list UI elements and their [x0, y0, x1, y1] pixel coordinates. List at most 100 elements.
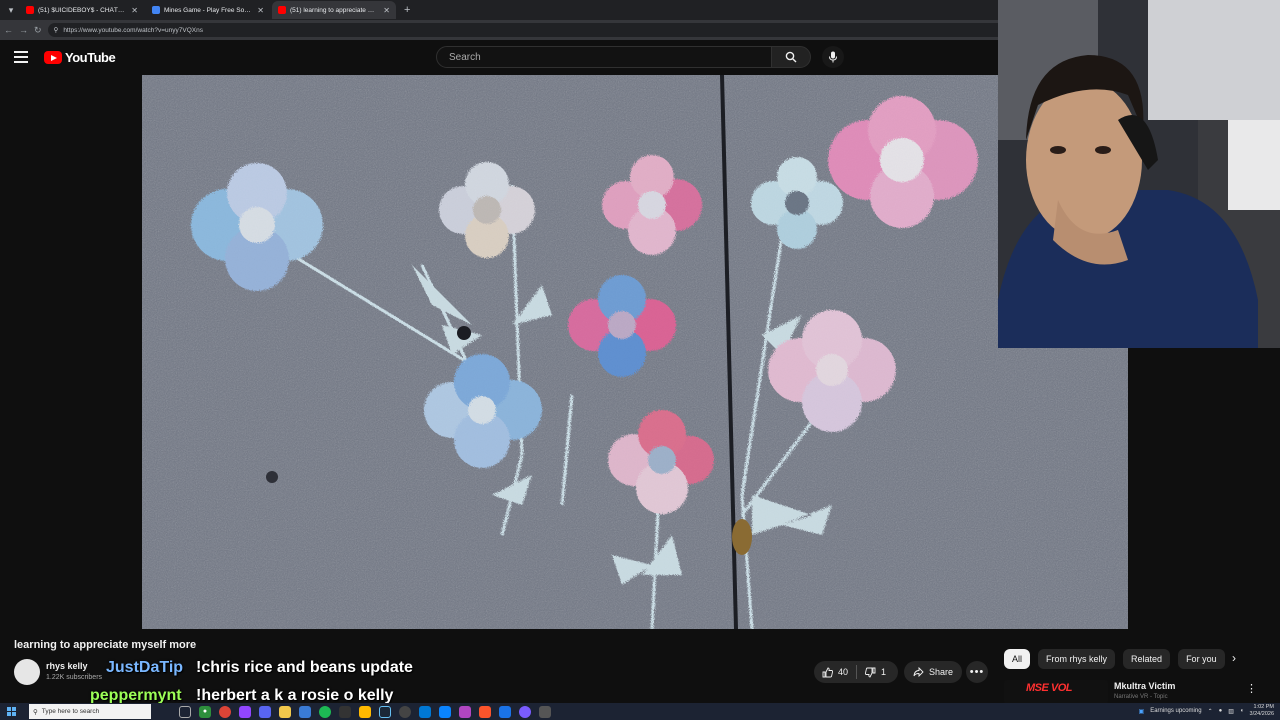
- recommendation-title[interactable]: Mkultra Victim: [1114, 681, 1175, 691]
- maps-app-icon[interactable]: ●: [199, 705, 211, 718]
- explorer-app-icon[interactable]: [279, 705, 291, 718]
- chat-message: !chris rice and beans update: [196, 659, 413, 676]
- chevron-up-icon[interactable]: ⌃: [1208, 708, 1213, 715]
- camera-app-icon[interactable]: [519, 705, 531, 718]
- share-arrow-icon: [913, 667, 924, 677]
- reload-icon[interactable]: ↻: [34, 25, 42, 36]
- site-info-icon[interactable]: ⚲: [54, 26, 59, 34]
- search-button[interactable]: [771, 46, 811, 68]
- taskbar-search-input[interactable]: ⚲ Type here to search: [29, 704, 151, 719]
- voice-search-button[interactable]: [822, 46, 844, 68]
- weather-icon[interactable]: ▣: [1139, 708, 1145, 715]
- subscriber-count: 1.22K subscribers: [46, 674, 103, 681]
- share-button[interactable]: Share: [904, 661, 962, 683]
- pinned-apps: ●: [179, 705, 551, 718]
- thumbs-up-icon: [822, 667, 833, 677]
- terminal-app-icon[interactable]: [339, 705, 351, 718]
- like-dislike-bar: 40 1: [814, 661, 898, 683]
- kebab-menu-icon[interactable]: ⋮: [1246, 682, 1257, 695]
- microphone-tray-icon[interactable]: ●: [1219, 708, 1223, 714]
- photos-app-icon[interactable]: [459, 705, 471, 718]
- tab-label: (51) $UICIDEBOY$ - CHÂTEAU GR: [38, 6, 127, 14]
- screen: ▾ (51) $UICIDEBOY$ - CHÂTEAU GR ✕ Mines …: [0, 0, 1280, 720]
- chip-from-channel[interactable]: From rhys kelly: [1038, 649, 1116, 669]
- back-icon[interactable]: ←: [4, 25, 13, 35]
- channel-avatar[interactable]: [14, 659, 40, 685]
- volume-icon[interactable]: ◖: [1240, 708, 1244, 714]
- thumbnail-text: MSE VOL: [1026, 682, 1073, 694]
- chat-username: JustDaTip: [106, 659, 184, 676]
- close-tab-icon[interactable]: ✕: [131, 6, 138, 15]
- network-icon[interactable]: ▥: [1228, 708, 1234, 715]
- related-filter-chips: All From rhys kelly Related For you: [1004, 649, 1225, 669]
- dislike-button[interactable]: 1: [857, 661, 894, 683]
- close-tab-icon[interactable]: ✕: [383, 6, 390, 15]
- chip-all[interactable]: All: [1004, 649, 1031, 669]
- search-icon: ⚲: [33, 708, 38, 716]
- browser-tab-bar: ▾ (51) $UICIDEBOY$ - CHÂTEAU GR ✕ Mines …: [0, 0, 1000, 20]
- browser-tab-1[interactable]: (51) $UICIDEBOY$ - CHÂTEAU GR ✕: [20, 1, 144, 19]
- stake-favicon-icon: [152, 6, 160, 14]
- clock[interactable]: 1:02 PM 3/24/2026: [1250, 704, 1274, 718]
- windows-taskbar: ⚲ Type here to search ● ▣ Earnings upcom…: [0, 703, 1280, 720]
- dislike-count: 1: [881, 667, 887, 677]
- chip-related[interactable]: Related: [1123, 649, 1171, 669]
- steam-app-icon[interactable]: [379, 705, 391, 718]
- settings-app-icon[interactable]: [299, 705, 311, 718]
- thumbs-down-icon: [865, 667, 876, 677]
- system-tray: ▣ Earnings upcoming ⌃ ● ▥ ◖ 1:02 PM 3/24…: [1139, 704, 1274, 718]
- search-placeholder: Search: [449, 51, 481, 63]
- like-button[interactable]: 40: [814, 661, 856, 683]
- recommendation-thumbnail[interactable]: MSE VOL: [1004, 680, 1108, 704]
- vscode-app-icon[interactable]: [419, 705, 431, 718]
- notes-app-icon[interactable]: [359, 705, 371, 718]
- twitch-app-icon[interactable]: [239, 705, 251, 718]
- recommendation-channel: Narrative VR - Topic: [1114, 694, 1168, 700]
- logo-text: YouTube: [65, 50, 116, 65]
- chevron-right-icon[interactable]: ›: [1232, 651, 1236, 665]
- weather-text[interactable]: Earnings upcoming: [1150, 708, 1201, 714]
- discord-app-icon[interactable]: [259, 705, 271, 718]
- more-actions-button[interactable]: •••: [966, 661, 988, 683]
- brave-app-icon[interactable]: [479, 705, 491, 718]
- obs-app-icon[interactable]: [399, 705, 411, 718]
- youtube-play-icon: [44, 51, 62, 64]
- tab-label: Mines Game - Play Free Social Ca: [164, 6, 254, 14]
- chalk-flowers-video-frame: [142, 75, 1128, 629]
- task-view-icon[interactable]: [179, 705, 191, 718]
- microphone-icon: [829, 51, 837, 63]
- youtube-favicon-icon: [278, 6, 286, 14]
- video-player[interactable]: [142, 75, 1128, 629]
- store-app-icon[interactable]: [439, 705, 451, 718]
- video-title: learning to appreciate myself more: [14, 639, 197, 651]
- close-tab-icon[interactable]: ✕: [257, 6, 264, 15]
- youtube-masthead: YouTube Search: [0, 40, 1000, 74]
- mail-app-icon[interactable]: [499, 705, 511, 718]
- youtube-favicon-icon: [26, 6, 34, 14]
- taskbar-search-placeholder: Type here to search: [41, 708, 100, 715]
- like-count: 40: [838, 667, 849, 677]
- tab-label: (51) learning to appreciate myself: [290, 6, 380, 14]
- browser-tab-3[interactable]: (51) learning to appreciate myself ✕: [272, 1, 396, 19]
- url-text: https://www.youtube.com/watch?v=unyy7VQX…: [63, 26, 203, 34]
- windows-start-icon[interactable]: [3, 707, 19, 716]
- menu-icon[interactable]: [14, 51, 28, 63]
- share-label: Share: [928, 667, 954, 677]
- chip-for-you[interactable]: For you: [1178, 649, 1225, 669]
- channel-name[interactable]: rhys kelly: [46, 661, 88, 671]
- streamer-webcam: [998, 0, 1280, 348]
- clock-date: 3/24/2026: [1249, 711, 1274, 717]
- forward-icon[interactable]: →: [19, 25, 28, 35]
- search-input[interactable]: Search: [436, 46, 772, 68]
- spotify-app-icon[interactable]: [319, 705, 331, 718]
- chrome-app-icon[interactable]: [219, 705, 231, 718]
- youtube-logo[interactable]: YouTube: [44, 50, 116, 65]
- address-bar-row: ← → ↻ ⚲ https://www.youtube.com/watch?v=…: [0, 20, 1008, 40]
- url-field[interactable]: ⚲ https://www.youtube.com/watch?v=unyy7V…: [47, 23, 1008, 37]
- webcam-feed-image: [998, 0, 1280, 348]
- steelseries-app-icon[interactable]: [539, 705, 551, 718]
- new-tab-button[interactable]: +: [398, 4, 410, 16]
- tab-search-icon[interactable]: ▾: [4, 3, 18, 17]
- browser-tab-2[interactable]: Mines Game - Play Free Social Ca ✕: [146, 1, 270, 19]
- search-icon: [785, 51, 797, 63]
